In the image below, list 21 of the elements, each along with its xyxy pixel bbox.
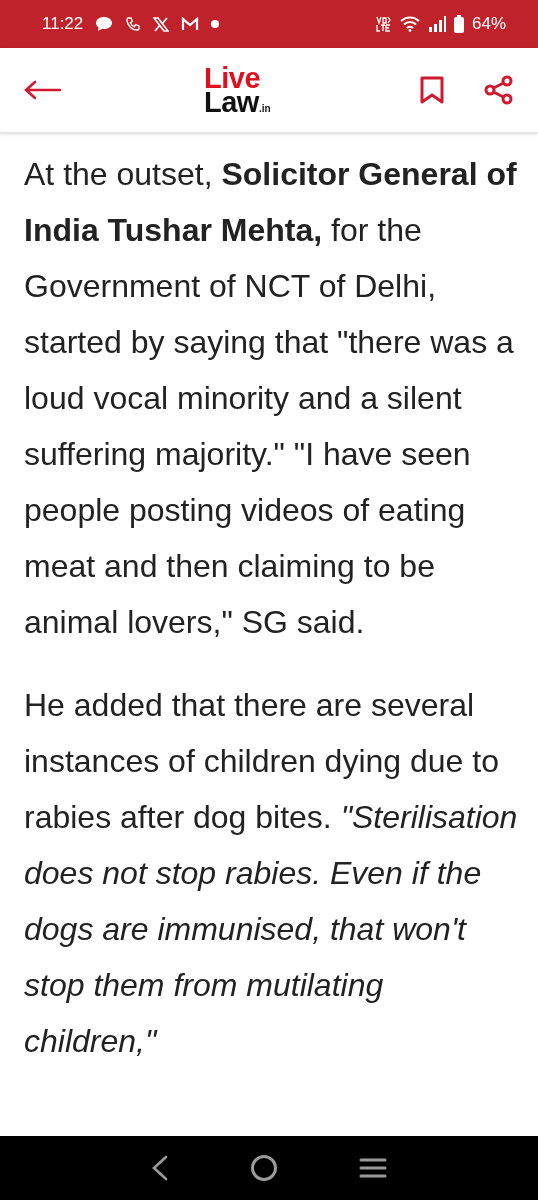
article-paragraph: He added that there are several instances of children dying due to rabies after dog bites. "Sterilisation does not stop rabies. Even if the dogs are immunised, that won't stop them from mutilating children," bbox=[24, 686, 518, 1061]
bookmark-icon[interactable] bbox=[420, 76, 444, 104]
x-logo-icon bbox=[153, 16, 170, 32]
back-arrow-icon[interactable] bbox=[24, 80, 62, 100]
logo-word: Live bbox=[204, 66, 262, 90]
article-paragraph: At the outset, Solicitor General of India Tushar Mehta, for the Government of NCT of Delhi, started by saying that "there was a loud vocal minority and a silent suffering majority." "I have seen people posting videos of eating meat and then claiming to be animal lovers," SG said. bbox=[24, 155, 518, 642]
wifi-icon bbox=[399, 16, 420, 32]
chat-icon bbox=[95, 16, 114, 32]
signal-icon bbox=[427, 16, 446, 32]
back-icon[interactable] bbox=[150, 1155, 169, 1181]
home-icon[interactable] bbox=[250, 1154, 278, 1182]
phone-icon bbox=[125, 16, 142, 32]
battery-icon bbox=[453, 15, 464, 33]
notification-dot-icon bbox=[211, 20, 220, 28]
recent-apps-icon[interactable] bbox=[359, 1157, 388, 1179]
share-icon[interactable] bbox=[484, 75, 514, 105]
logo-suffix: .in bbox=[258, 103, 271, 114]
battery-percent: 64% bbox=[471, 14, 506, 34]
volte-icon bbox=[375, 15, 392, 33]
mail-icon bbox=[181, 17, 200, 31]
status-time: 11:22 bbox=[42, 14, 84, 34]
